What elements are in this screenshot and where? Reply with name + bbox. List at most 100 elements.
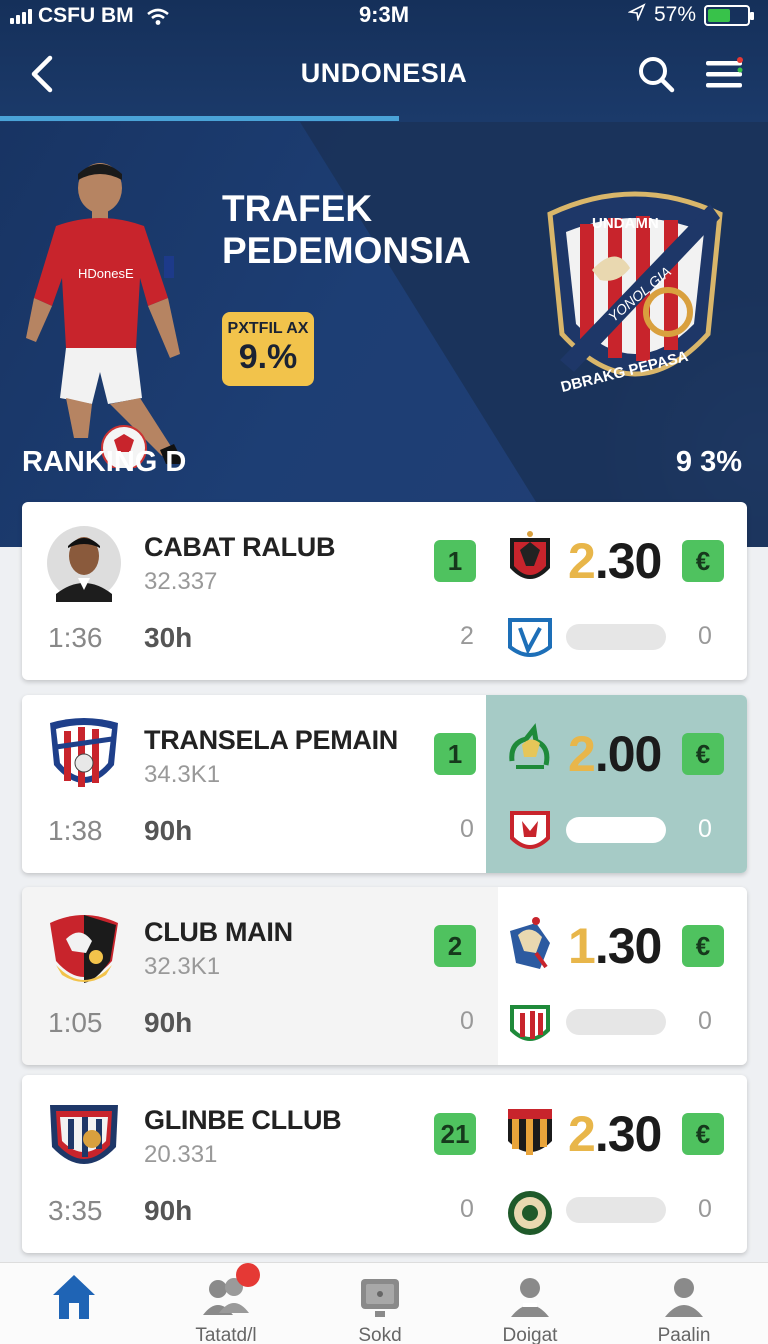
ranking-label: RANKING D: [22, 446, 187, 478]
odds-value: 2.30: [568, 532, 663, 590]
stat-badge: PXTFIL AX 9.%: [222, 312, 314, 386]
battery-icon: [704, 4, 754, 26]
odds-dec: .30: [594, 533, 663, 589]
bar-value: 0: [698, 622, 712, 650]
odds-value: 2.00: [568, 725, 663, 783]
home-icon: [49, 1273, 99, 1321]
club-crest-icon: [46, 1097, 122, 1175]
mini-score: 0: [460, 1007, 474, 1035]
team-stat: 20.331: [144, 1141, 218, 1168]
odds-int: 1: [568, 918, 596, 974]
odds-int: 2: [568, 533, 596, 589]
odds-dec: .30: [594, 918, 663, 974]
tab-indicator: [0, 116, 400, 121]
location-icon: [627, 3, 646, 27]
match-time: 1:05: [48, 1007, 103, 1038]
club-crest-icon: [506, 721, 554, 785]
nav-profile-label: Doigat: [502, 1325, 558, 1344]
team-name: GLINBE CLLUB: [144, 1105, 342, 1135]
club-crest-icon: [506, 528, 554, 592]
battery-percent: 57%: [653, 3, 696, 26]
match-duration: 30h: [144, 622, 193, 653]
stat-badge-label: PXTFIL AX: [227, 320, 309, 337]
progress-bar: [566, 1197, 666, 1223]
team-name: CABAT RALUB: [144, 532, 336, 562]
odds-value: 1.30: [568, 917, 663, 975]
player-avatar: [46, 524, 122, 602]
nav-account-label: Paalin: [657, 1325, 711, 1344]
bet-button[interactable]: €: [682, 925, 724, 967]
rank-badge: 2: [434, 925, 476, 967]
nav-watch[interactable]: Sokd: [320, 1273, 440, 1344]
odds-dec: .30: [594, 1106, 663, 1162]
profile-icon: [505, 1273, 555, 1321]
hero-banner: HDonesE TRAFEK PEDEMONSIA PXTFIL AX 9.%: [0, 122, 768, 547]
progress-bar: [566, 624, 666, 650]
club-crest-icon: [506, 807, 554, 859]
match-duration: 90h: [144, 815, 193, 846]
odds-value: 2.30: [568, 1105, 663, 1163]
odds-dec: .00: [594, 726, 663, 782]
team-stat: 34.3K1: [144, 761, 221, 788]
progress-bar: [566, 1009, 666, 1035]
progress-bar: [566, 817, 666, 843]
hero-title-line2: PEDEMONSIA: [222, 230, 471, 271]
crest-top-text: UNDAMN: [592, 215, 659, 232]
mini-score: 0: [460, 815, 474, 843]
club-crest-icon: [46, 717, 122, 795]
nav-home[interactable]: [14, 1273, 134, 1325]
match-time: 1:38: [48, 815, 103, 846]
mini-score: 2: [460, 622, 474, 650]
match-card[interactable]: CLUB MAIN 32.3K1 1:05 90h 2 0 1.30 € 0: [22, 887, 747, 1065]
club-crest-icon: [506, 1187, 554, 1239]
navigation-bar: UNDONESIA: [0, 40, 768, 110]
club-crest-icon: [506, 913, 554, 977]
svg-text:HDonesE: HDonesE: [78, 266, 134, 281]
app-header: CSFU BM 9:3M 57% UNDONESIA: [0, 0, 768, 122]
status-bar: CSFU BM 9:3M 57%: [0, 0, 768, 32]
tv-icon: [355, 1273, 405, 1321]
menu-icon[interactable]: [704, 56, 744, 92]
team-name: TRANSELA PEMAIN: [144, 725, 399, 755]
bet-button[interactable]: €: [682, 1113, 724, 1155]
nav-account[interactable]: Paalin: [624, 1273, 744, 1344]
bottom-navigation: Tatatd/l Sokd Doigat Paalin: [0, 1262, 768, 1344]
rank-badge: 1: [434, 733, 476, 775]
match-time: 3:35: [48, 1195, 103, 1226]
match-time: 1:36: [48, 622, 103, 653]
player-image: HDonesE: [22, 158, 212, 471]
nav-profile[interactable]: Doigat: [470, 1273, 590, 1344]
team-stat: 32.3K1: [144, 953, 221, 980]
match-card[interactable]: CABAT RALUB 32.337 1:36 30h 1 2 2.30 € 0: [22, 502, 747, 680]
bet-button[interactable]: €: [682, 540, 724, 582]
stat-badge-value: 9.%: [238, 338, 298, 376]
bar-value: 0: [698, 815, 712, 843]
team-crest-icon: UNDAMN YONOL GIA DBRAKG PEPASA: [530, 184, 740, 404]
person-icon: [659, 1273, 709, 1321]
match-card[interactable]: TRANSELA PEMAIN 34.3K1 1:38 90h 1 0 2.00…: [22, 695, 747, 873]
mini-score: 0: [460, 1195, 474, 1223]
search-icon[interactable]: [636, 54, 676, 94]
rank-badge: 21: [434, 1113, 476, 1155]
nav-team[interactable]: Tatatd/l: [166, 1273, 286, 1344]
club-crest-icon: [46, 909, 122, 987]
club-crest-icon: [506, 999, 554, 1051]
odds-int: 2: [568, 726, 596, 782]
club-crest-icon: [506, 1101, 554, 1165]
bar-value: 0: [698, 1007, 712, 1035]
rank-badge: 1: [434, 540, 476, 582]
nav-watch-label: Sokd: [358, 1325, 402, 1344]
match-duration: 90h: [144, 1195, 193, 1226]
match-card[interactable]: GLINBE CLLUB 20.331 3:35 90h 21 0 2.30 €…: [22, 1075, 747, 1253]
club-crest-icon: [506, 614, 554, 666]
team-name: CLUB MAIN: [144, 917, 293, 947]
hero-title: TRAFEK PEDEMONSIA: [222, 188, 522, 272]
hero-title-line1: TRAFEK: [222, 188, 373, 229]
notification-dot: [236, 1263, 260, 1287]
match-duration: 90h: [144, 1007, 193, 1038]
bet-button[interactable]: €: [682, 733, 724, 775]
nav-team-label: Tatatd/l: [195, 1325, 257, 1344]
ranking-percent: 9 3%: [675, 446, 742, 478]
team-stat: 32.337: [144, 568, 218, 595]
bar-value: 0: [698, 1195, 712, 1223]
